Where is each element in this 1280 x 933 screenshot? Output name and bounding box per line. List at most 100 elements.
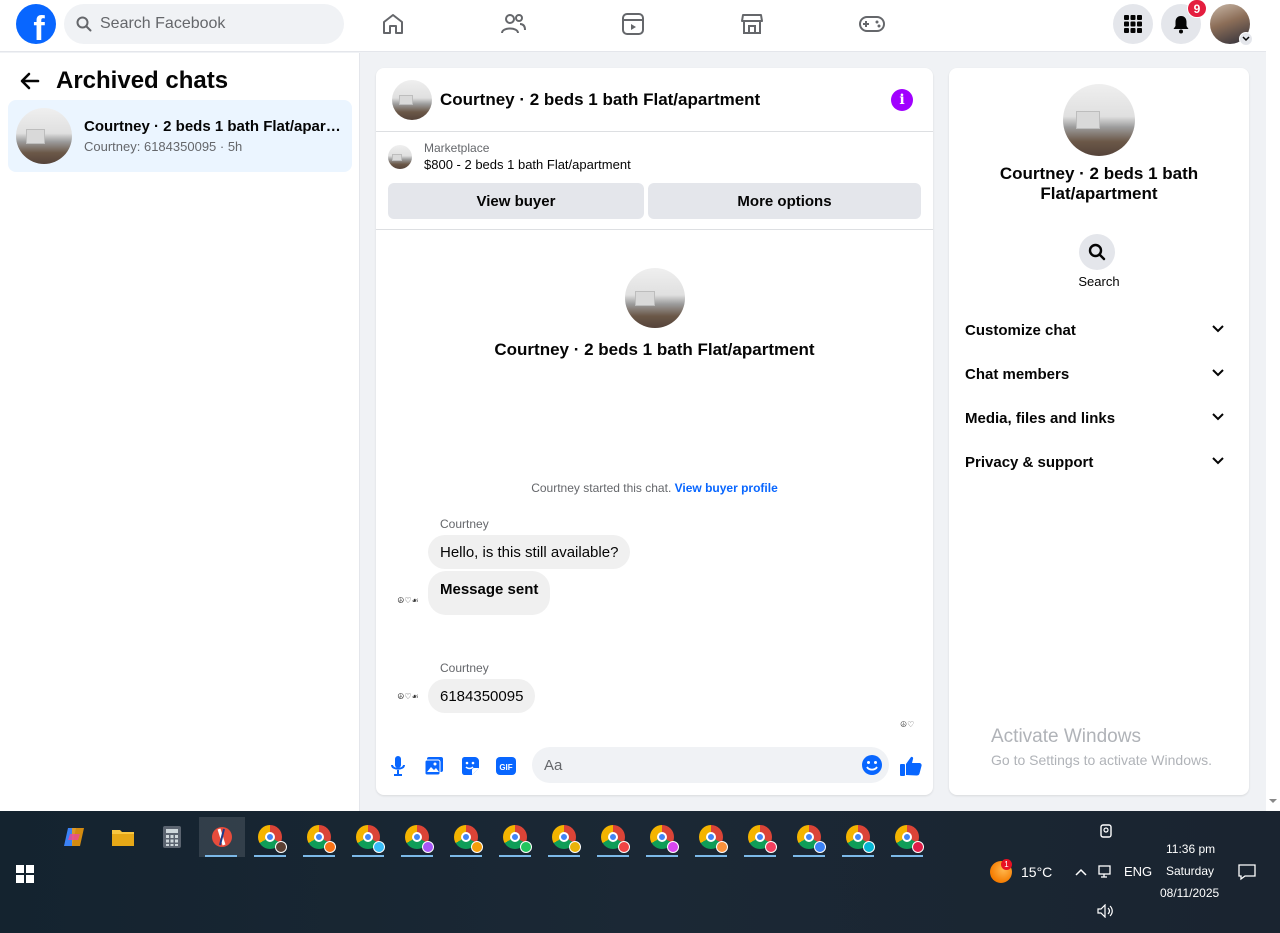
view-buyer-profile-link[interactable]: View buyer profile [675, 481, 778, 495]
section-media-files-links[interactable]: Media, files and links [957, 396, 1241, 440]
taskbar-chrome-profile[interactable] [591, 817, 635, 857]
chevron-down-icon [1212, 325, 1224, 333]
search-in-conversation-button[interactable] [1079, 234, 1115, 270]
volume-icon[interactable] [1097, 904, 1115, 918]
meet-now-icon[interactable] [1098, 823, 1114, 839]
section-customize-chat[interactable]: Customize chat [957, 308, 1241, 352]
page-scrollbar[interactable] [1266, 0, 1280, 811]
nav-video[interactable] [613, 6, 653, 42]
taskbar-file-explorer[interactable] [101, 817, 145, 857]
taskbar-chrome-profile[interactable] [346, 817, 390, 857]
chrome-icon [748, 825, 777, 853]
chrome-icon [503, 825, 532, 853]
chrome-icon [454, 825, 483, 853]
message-input[interactable] [544, 756, 844, 774]
clock-day[interactable]: Saturday [1166, 864, 1214, 878]
archived-chats-sidebar: Archived chats Courtney · 2 beds 1 bath … [0, 53, 360, 811]
clock-date[interactable]: 08/11/2025 [1160, 886, 1219, 900]
emoji-icon[interactable] [861, 754, 883, 776]
section-chat-members[interactable]: Chat members [957, 352, 1241, 396]
taskbar-chrome-profile[interactable] [542, 817, 586, 857]
attach-media-button[interactable] [422, 754, 446, 778]
conversation-title[interactable]: Courtney · 2 beds 1 bath Flat/apartment [440, 90, 760, 110]
taskbar-chrome-profile[interactable] [248, 817, 292, 857]
chevron-up-icon[interactable] [1074, 867, 1088, 877]
grid-menu-icon [1124, 15, 1142, 33]
chrome-icon [895, 825, 924, 853]
conversation-intro: Courtney · 2 beds 1 bath Flat/apartment [376, 268, 933, 360]
clock-time[interactable]: 11:36 pm [1166, 842, 1215, 856]
more-options-button[interactable]: More options [648, 183, 921, 219]
section-privacy-support[interactable]: Privacy & support [957, 440, 1241, 484]
back-arrow-icon[interactable] [20, 71, 40, 91]
temperature[interactable]: 15°C [1021, 864, 1052, 880]
like-button[interactable] [898, 754, 924, 778]
marketplace-icon [741, 14, 763, 34]
chrome-icon [356, 825, 385, 853]
nav-marketplace[interactable] [732, 6, 772, 42]
chrome-icon [258, 825, 287, 853]
taskbar-chrome-profile[interactable] [640, 817, 684, 857]
marketplace-listing-text: Marketplace $800 - 2 beds 1 bath Flat/ap… [424, 141, 631, 172]
view-buyer-button[interactable]: View buyer [388, 183, 644, 219]
taskbar-chrome-profile[interactable] [444, 817, 488, 857]
watermark-subtitle: Go to Settings to activate Windows. [991, 752, 1212, 768]
notification-badge: 9 [1187, 0, 1207, 18]
chrome-icon [405, 825, 434, 853]
taskbar-calculator[interactable] [150, 817, 194, 857]
menu-button[interactable] [1113, 4, 1153, 44]
chevron-down-icon [1212, 413, 1224, 421]
message-composer: GIF [376, 744, 933, 788]
taskbar-copilot[interactable] [52, 817, 96, 857]
chat-name: Courtney · 2 beds 1 bath Flat/apartment [84, 118, 344, 135]
copilot-icon [64, 828, 84, 846]
taskbar-chrome-profile[interactable] [689, 817, 733, 857]
message-input-box[interactable] [532, 747, 889, 783]
language-indicator[interactable]: ENG [1124, 864, 1152, 879]
taskbar-chrome-profile[interactable] [493, 817, 537, 857]
profile-avatar[interactable] [1210, 4, 1253, 46]
sticker-icon [462, 757, 479, 775]
search-icon [76, 16, 92, 32]
facebook-logo[interactable]: f [16, 4, 56, 44]
sticker-button[interactable] [458, 754, 482, 778]
search-input[interactable] [100, 15, 320, 33]
marketplace-listing[interactable]: Marketplace $800 - 2 beds 1 bath Flat/ap… [388, 141, 631, 172]
gif-button[interactable]: GIF [494, 754, 518, 778]
nav-friends[interactable] [493, 6, 533, 42]
voice-clip-button[interactable] [386, 754, 410, 778]
taskbar-chrome-profile[interactable] [836, 817, 880, 857]
message-bubble[interactable]: Message sent [428, 571, 551, 615]
notification-center-icon[interactable] [1238, 863, 1256, 881]
listing-thumbnail [388, 144, 412, 169]
chevron-down-icon [1239, 32, 1253, 46]
section-label: Customize chat [965, 321, 1076, 339]
windows-start-icon[interactable] [16, 865, 34, 883]
scroll-down-arrow-icon[interactable] [1266, 796, 1280, 806]
taskbar-active-app[interactable] [199, 817, 245, 857]
chat-started-text: Courtney started this chat. [531, 481, 672, 495]
conversation-header: Courtney · 2 beds 1 bath Flat/apartment … [376, 68, 933, 132]
search-label: Search [1078, 274, 1120, 289]
nav-home[interactable] [373, 6, 413, 42]
message-sender: Courtney [440, 517, 489, 531]
home-icon [383, 14, 403, 34]
chat-list-item[interactable]: Courtney · 2 beds 1 bath Flat/apartment … [8, 100, 352, 172]
search-box[interactable] [64, 4, 344, 44]
taskbar-chrome-profile[interactable] [297, 817, 341, 857]
conversation-avatar[interactable] [392, 79, 432, 120]
taskbar-chrome-profile[interactable] [738, 817, 782, 857]
notifications-button[interactable]: 9 [1161, 0, 1207, 44]
chat-list-item-text: Courtney · 2 beds 1 bath Flat/apartment … [84, 118, 344, 154]
taskbar-chrome-profile[interactable] [885, 817, 929, 857]
activate-windows-watermark: Activate Windows Go to Settings to activ… [991, 726, 1212, 768]
info-icon[interactable]: i [891, 89, 913, 111]
message-bubble[interactable]: Hello, is this still available? [428, 535, 631, 569]
nav-gaming[interactable] [852, 6, 892, 42]
taskbar-chrome-profile[interactable] [787, 817, 831, 857]
taskbar-chrome-profile[interactable] [395, 817, 439, 857]
section-label: Privacy & support [965, 453, 1094, 471]
message-bubble[interactable]: 6184350095 [428, 679, 536, 713]
network-icon[interactable] [1098, 865, 1114, 879]
chevron-down-icon [1212, 369, 1224, 377]
